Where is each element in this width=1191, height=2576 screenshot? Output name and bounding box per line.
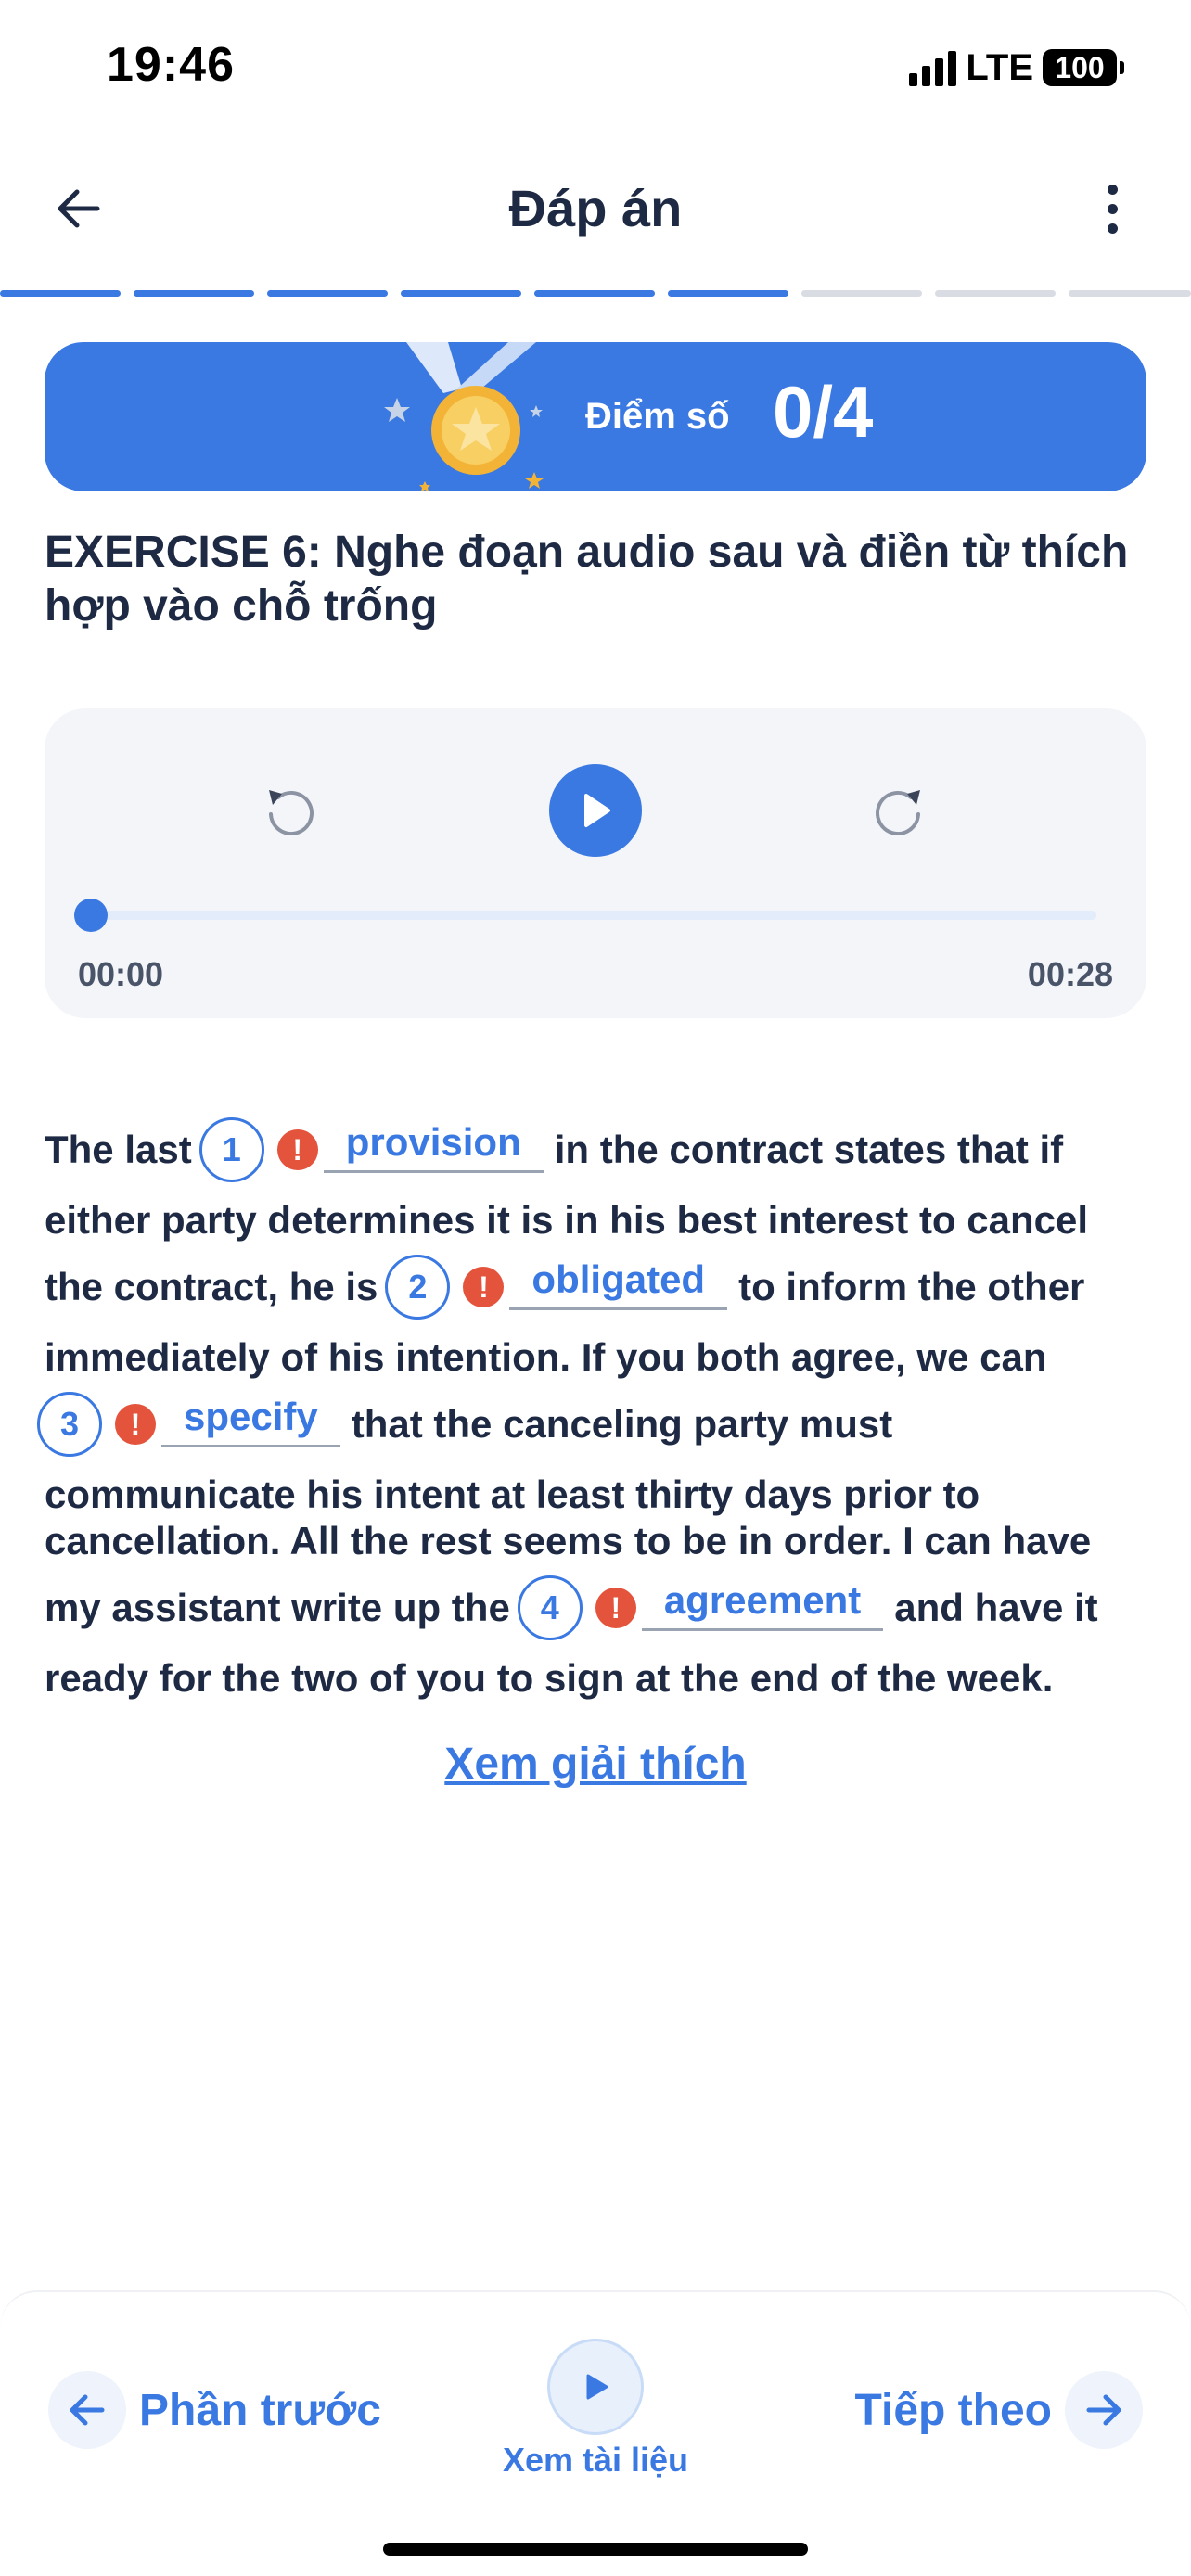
passage-line: immediately of his intention. If you bot… [45,1330,1047,1385]
previous-label: Phần trước [139,2385,381,2435]
passage-line: the contract, he is 2 ! obligated to inf… [45,1255,1085,1320]
more-vertical-icon [1107,184,1118,195]
audio-progress-track[interactable] [95,911,1096,920]
play-icon [584,794,610,827]
audio-player: 00:00 00:28 [45,708,1146,1018]
answer-blank[interactable]: 4 ! agreement [510,1575,894,1640]
progress-segments [0,290,1191,297]
progress-segment [0,290,121,297]
passage-line: cancellation. All the rest seems to be i… [45,1513,1091,1569]
progress-segment [267,290,388,297]
blank-number: 2 [385,1255,451,1320]
progress-segment [801,290,922,297]
status-time: 19:46 [107,38,235,92]
network-type: LTE [966,46,1033,88]
score-value: 0/4 [773,371,874,453]
answer-blank[interactable]: 2 ! obligated [378,1255,738,1320]
play-button[interactable] [549,764,642,857]
passage-text: in the contract states that if [554,1128,1064,1171]
progress-segment [401,290,521,297]
score-banner: Điểm số 0/4 [45,342,1146,491]
audio-progress-thumb[interactable] [74,899,108,932]
more-options-button[interactable] [1089,176,1135,241]
passage-text: communicate his intent at least thirty d… [45,1473,980,1516]
medal-icon [384,342,544,491]
incorrect-icon: ! [595,1588,636,1628]
arrow-left-icon [48,2371,126,2449]
progress-segment [134,290,254,297]
passage-text: cancellation. All the rest seems to be i… [45,1519,1092,1562]
passage-text: to inform the other [738,1265,1085,1308]
passage-text: my assistant write up the [45,1586,510,1629]
header: Đáp án [0,158,1191,260]
incorrect-icon: ! [115,1404,156,1445]
passage-line: either party determines it is in his bes… [45,1192,1088,1248]
view-explanation-link[interactable]: Xem giải thích [0,1739,1191,1790]
passage-line: my assistant write up the 4 ! agreement … [45,1575,1098,1640]
battery-level: 100 [1055,50,1105,84]
answer-blank[interactable]: 3 ! specify [37,1392,352,1457]
incorrect-icon: ! [463,1267,505,1307]
blank-number: 3 [37,1392,102,1457]
previous-section-button[interactable]: Phần trước [48,2371,381,2449]
exercise-title: EXERCISE 6: Nghe đoạn audio sau và điền … [45,528,1129,631]
answer-text: obligated [509,1257,728,1310]
battery-icon: 100 [1043,49,1124,86]
answer-blank[interactable]: 1 ! provision [192,1117,555,1182]
blank-number: 1 [198,1117,264,1182]
next-label: Tiếp theo [854,2385,1052,2435]
view-document-label: Xem tài liệu [502,2441,689,2479]
status-bar: 19:46 LTE 100 [0,0,1191,139]
next-button[interactable]: Tiếp theo [855,2371,1143,2449]
passage-text: either party determines it is in his bes… [45,1198,1089,1242]
signal-icon [909,49,957,86]
passage-line: The last 1 ! provision in the contract s… [45,1117,1064,1182]
rewind-icon[interactable] [260,781,321,842]
view-document-button[interactable]: Xem tài liệu [492,2339,699,2480]
answer-text: provision [323,1120,544,1173]
passage-text: ready for the two of you to sign at the … [45,1656,1054,1700]
progress-segment [1069,290,1191,297]
answer-text: specify [161,1395,340,1447]
progress-segment [935,290,1056,297]
passage-text: The last [45,1128,192,1171]
passage-text: and have it [894,1586,1098,1629]
current-time: 00:00 [78,955,164,993]
passage-text: that the canceling party must [351,1402,893,1446]
passage-text: the contract, he is [45,1265,378,1308]
forward-icon[interactable] [868,781,929,842]
passage-text: immediately of his intention. If you bot… [45,1335,1047,1379]
bottom-nav-bar: Phần trước Xem tài liệu Tiếp theo [0,2290,1191,2576]
total-time: 00:28 [1027,955,1113,993]
status-indicators: LTE 100 [909,45,1124,91]
page-title: Đáp án [508,179,683,237]
home-indicator [383,2543,808,2556]
progress-segment [668,290,788,297]
score-label: Điểm số [585,396,730,437]
passage-line: 3 ! specify that the canceling party mus… [37,1392,893,1457]
blank-number: 4 [517,1575,583,1640]
arrow-right-icon [1065,2371,1143,2449]
incorrect-icon: ! [276,1129,318,1170]
answer-text: agreement [641,1578,884,1631]
progress-segment [534,290,655,297]
play-icon [547,2339,644,2435]
passage-line: ready for the two of you to sign at the … [45,1651,1053,1706]
